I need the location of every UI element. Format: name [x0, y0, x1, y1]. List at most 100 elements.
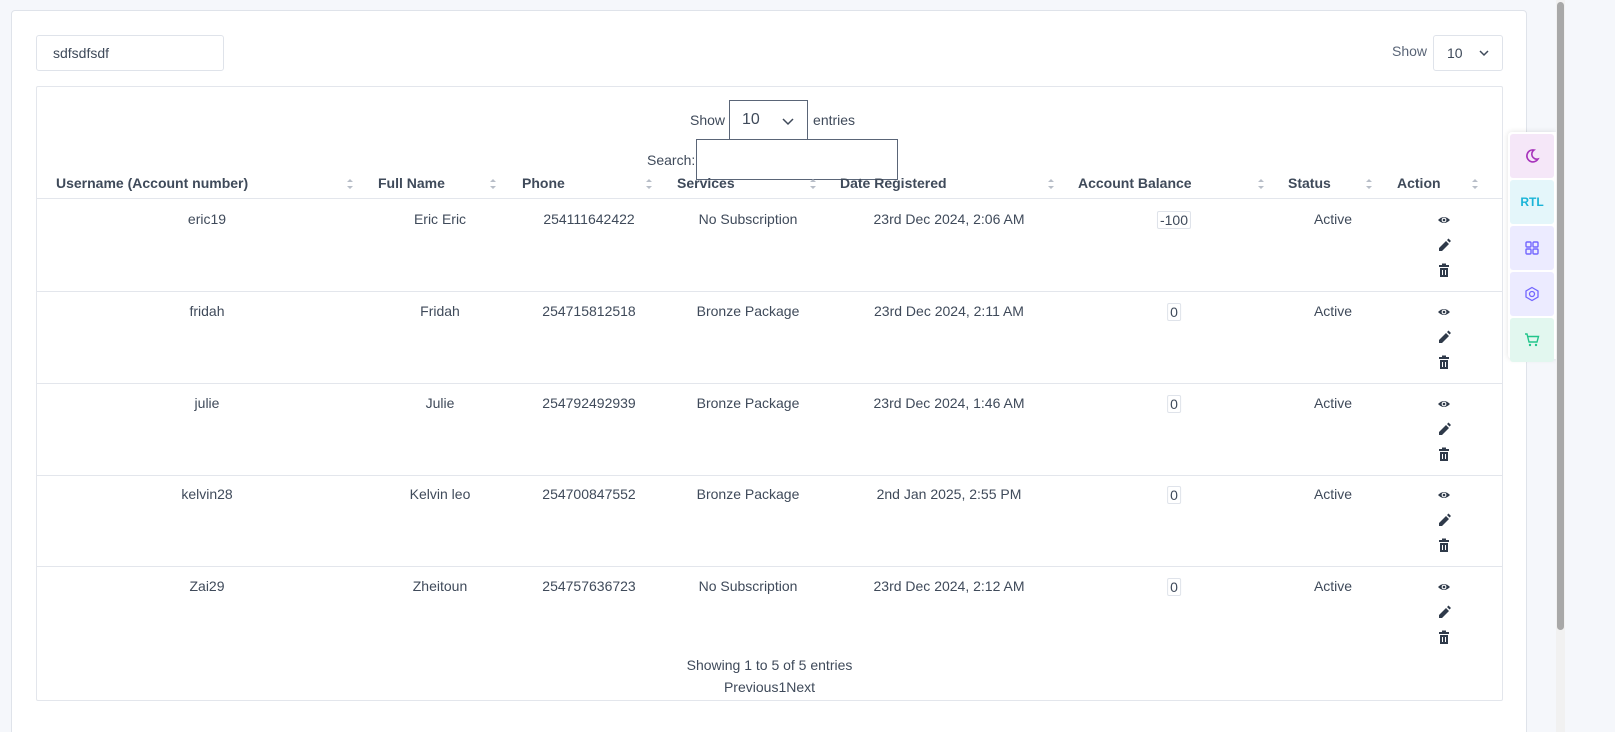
cell-status: Active — [1313, 578, 1353, 594]
entries-length: Show 10 entries — [690, 99, 855, 141]
eye-icon[interactable] — [1437, 212, 1451, 228]
cell-username: Zai29 — [189, 578, 225, 594]
trash-icon[interactable] — [1437, 446, 1451, 462]
cell-service: Bronze Package — [696, 395, 800, 411]
edit-icon[interactable] — [1437, 421, 1451, 437]
trash-icon[interactable] — [1437, 537, 1451, 553]
cell-date: 2nd Jan 2025, 2:55 PM — [876, 486, 1022, 502]
cell-status: Active — [1313, 303, 1353, 319]
cell-balance: -100 — [1156, 211, 1192, 229]
cell-date: 23rd Dec 2024, 2:06 AM — [873, 211, 1025, 227]
cell-status: Active — [1313, 211, 1353, 227]
cell-date: 23rd Dec 2024, 2:11 AM — [874, 303, 1024, 319]
cell-full-name: Zheitoun — [412, 578, 468, 594]
dark-mode-button[interactable] — [1510, 134, 1554, 178]
cell-phone: 254700847552 — [542, 486, 636, 502]
cell-service: Bronze Package — [696, 303, 800, 319]
pagination: Previous1Next — [37, 679, 1502, 695]
cell-balance: 0 — [1167, 578, 1181, 596]
scrollbar-thumb[interactable] — [1557, 2, 1564, 630]
rtl-button[interactable]: RTL — [1510, 180, 1554, 224]
table-info: Showing 1 to 5 of 5 entries — [686, 657, 853, 673]
eye-icon[interactable] — [1437, 487, 1451, 503]
col-phone[interactable]: Phone — [522, 175, 565, 191]
row-actions — [1437, 304, 1451, 379]
show-select[interactable]: 10 — [1433, 35, 1503, 71]
sort-icon[interactable] — [1365, 176, 1373, 192]
col-status[interactable]: Status — [1288, 175, 1331, 191]
table-row: fridah Fridah 254715812518 Bronze Packag… — [37, 292, 1502, 384]
buy-button[interactable] — [1510, 318, 1554, 362]
cell-full-name: Eric Eric — [413, 211, 467, 227]
table-search-label: Search: — [647, 151, 696, 168]
grid-icon — [1525, 241, 1539, 255]
col-account-balance[interactable]: Account Balance — [1078, 175, 1192, 191]
sort-icon[interactable] — [489, 176, 497, 192]
entries-select-value: 10 — [742, 111, 760, 128]
table-row: kelvin28 Kelvin leo 254700847552 Bronze … — [37, 475, 1502, 567]
table-row: Zai29 Zheitoun 254757636723 No Subscript… — [37, 567, 1502, 659]
chevron-down-icon — [1479, 50, 1489, 57]
layers-icon — [1525, 286, 1539, 302]
cell-phone: 254715812518 — [542, 303, 636, 319]
table-row: julie Julie 254792492939 Bronze Package … — [37, 384, 1502, 476]
edit-icon[interactable] — [1437, 237, 1451, 253]
sort-icon[interactable] — [346, 176, 354, 192]
cell-username: eric19 — [187, 211, 227, 227]
row-actions — [1437, 396, 1451, 471]
sort-icon[interactable] — [1047, 176, 1055, 192]
col-date-registered[interactable]: Date Registered — [840, 175, 947, 191]
col-services[interactable]: Services — [677, 175, 735, 191]
col-action: Action — [1397, 175, 1441, 191]
cell-balance: 0 — [1167, 303, 1181, 321]
sort-icon[interactable] — [645, 176, 653, 192]
next-button[interactable]: Next — [786, 679, 815, 695]
row-actions — [1437, 487, 1451, 562]
cell-full-name: Kelvin leo — [409, 486, 471, 502]
entries-select[interactable]: 10 — [729, 99, 809, 141]
edit-icon[interactable] — [1437, 329, 1451, 345]
cell-username: fridah — [189, 303, 225, 319]
cell-full-name: Julie — [425, 395, 455, 411]
cell-balance: 0 — [1167, 395, 1181, 413]
sort-icon[interactable] — [1471, 176, 1479, 192]
trash-icon[interactable] — [1437, 262, 1451, 278]
edit-icon[interactable] — [1437, 512, 1451, 528]
eye-icon[interactable] — [1437, 396, 1451, 412]
eye-icon[interactable] — [1437, 579, 1451, 595]
entries-label: entries — [813, 112, 856, 128]
show-select-value: 10 — [1447, 45, 1463, 61]
show-label: Show — [1392, 43, 1428, 59]
layout-button[interactable] — [1510, 226, 1554, 270]
theme-button[interactable] — [1510, 272, 1554, 316]
entries-show-label: Show — [690, 112, 726, 128]
moon-icon — [1526, 149, 1540, 163]
trash-icon[interactable] — [1437, 354, 1451, 370]
previous-button[interactable]: Previous — [724, 679, 778, 695]
cell-phone: 254111642422 — [543, 211, 635, 227]
cell-phone: 254757636723 — [542, 578, 636, 594]
rtl-label: RTL — [1520, 195, 1544, 209]
cell-username: kelvin28 — [181, 486, 233, 502]
chevron-down-icon — [782, 117, 794, 125]
datatable: Show 10 entries Search: Username (Accoun… — [36, 86, 1503, 701]
table-header: Username (Account number) Full Name Phon… — [37, 169, 1502, 199]
row-actions — [1437, 212, 1451, 287]
cell-status: Active — [1313, 486, 1353, 502]
search-input[interactable] — [36, 35, 224, 71]
sort-icon[interactable] — [809, 176, 817, 192]
col-username[interactable]: Username (Account number) — [56, 175, 248, 191]
row-actions — [1437, 579, 1451, 654]
cell-status: Active — [1313, 395, 1353, 411]
eye-icon[interactable] — [1437, 304, 1451, 320]
col-full-name[interactable]: Full Name — [378, 175, 445, 191]
cell-balance: 0 — [1167, 486, 1181, 504]
table-row: eric19 Eric Eric 254111642422 No Subscri… — [37, 200, 1502, 292]
edit-icon[interactable] — [1437, 604, 1451, 620]
cell-username: julie — [194, 395, 220, 411]
sort-icon[interactable] — [1257, 176, 1265, 192]
trash-icon[interactable] — [1437, 629, 1451, 645]
users-card: Show 10 Show 10 entries Search: Username… — [11, 10, 1527, 732]
cell-service: No Subscription — [698, 211, 798, 227]
cell-service: No Subscription — [698, 578, 798, 594]
